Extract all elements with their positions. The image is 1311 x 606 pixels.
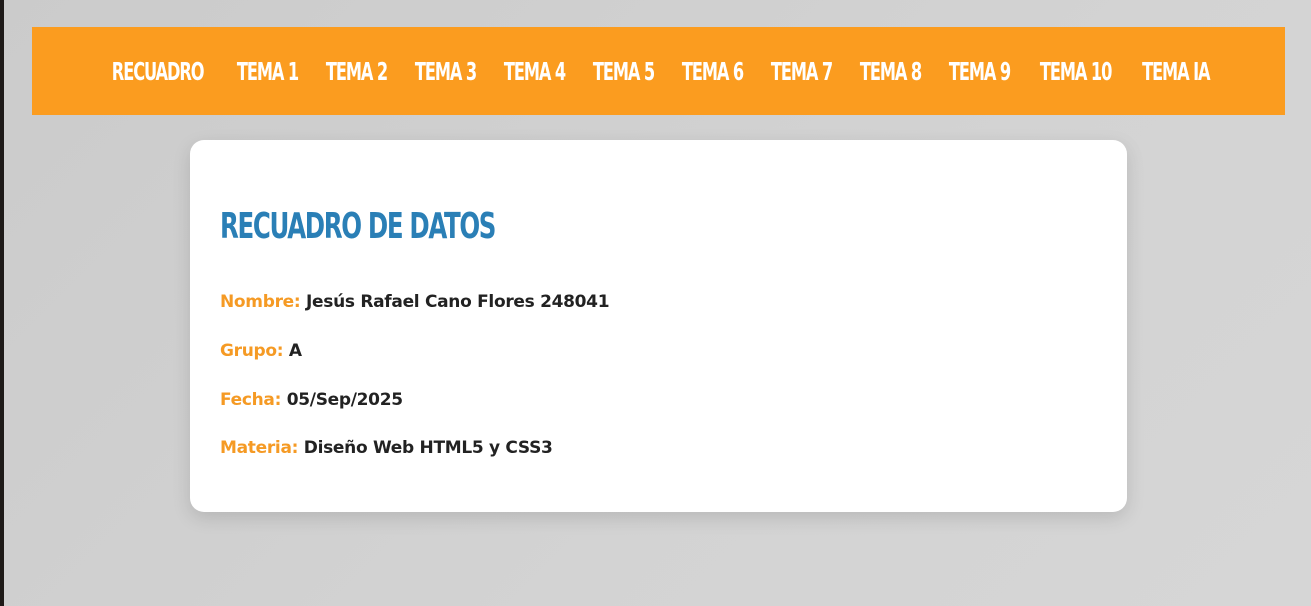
nav-item-tema-3[interactable]: TEMA 3 — [415, 57, 477, 86]
field-nombre: Nombre: Jesús Rafael Cano Flores 248041 — [220, 292, 610, 312]
window-edge — [0, 0, 4, 606]
nav-list: RECUADRO TEMA 1 TEMA 2 TEMA 3 TEMA 4 TEM… — [104, 57, 1213, 86]
nav-item-tema-6[interactable]: TEMA 6 — [682, 57, 744, 86]
field-label: Nombre: — [220, 292, 301, 312]
card-title: RECUADRO DE DATOS — [220, 206, 496, 247]
nav-item-tema-ia[interactable]: TEMA IA — [1142, 57, 1210, 86]
field-value: A — [288, 341, 302, 361]
field-label: Fecha: — [220, 390, 282, 410]
field-grupo: Grupo: A — [220, 341, 302, 361]
nav-item-tema-5[interactable]: TEMA 5 — [593, 57, 655, 86]
data-card: RECUADRO DE DATOS Nombre: Jesús Rafael C… — [190, 140, 1127, 512]
field-label: Materia: — [220, 438, 299, 458]
field-value: Diseño Web HTML5 y CSS3 — [303, 438, 553, 458]
field-fecha: Fecha: 05/Sep/2025 — [220, 390, 403, 410]
nav-item-tema-9[interactable]: TEMA 9 — [949, 57, 1011, 86]
nav-item-tema-8[interactable]: TEMA 8 — [860, 57, 922, 86]
field-value: Jesús Rafael Cano Flores 248041 — [306, 292, 610, 312]
nav-item-tema-10[interactable]: TEMA 10 — [1040, 57, 1112, 86]
field-materia: Materia: Diseño Web HTML5 y CSS3 — [220, 438, 553, 458]
field-value: 05/Sep/2025 — [286, 390, 403, 410]
field-label: Grupo: — [220, 341, 284, 361]
nav-item-tema-2[interactable]: TEMA 2 — [326, 57, 388, 86]
nav-item-tema-1[interactable]: TEMA 1 — [237, 57, 299, 86]
nav-item-tema-7[interactable]: TEMA 7 — [771, 57, 833, 86]
nav-item-recuadro[interactable]: RECUADRO — [112, 57, 205, 86]
top-navigation: RECUADRO TEMA 1 TEMA 2 TEMA 3 TEMA 4 TEM… — [32, 27, 1285, 115]
nav-item-tema-4[interactable]: TEMA 4 — [504, 57, 566, 86]
